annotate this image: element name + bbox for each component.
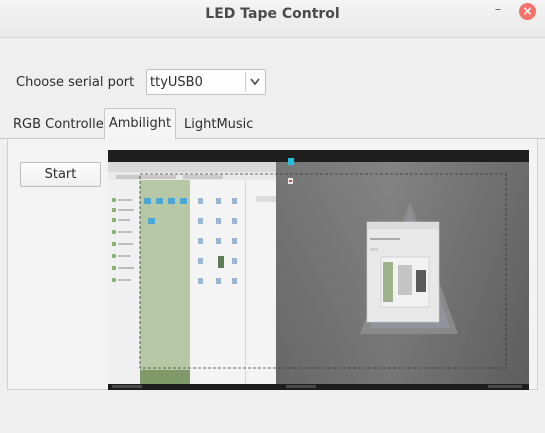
screen-capture-preview <box>108 150 529 390</box>
serial-port-label: Choose serial port <box>16 75 135 90</box>
chevron-down-icon[interactable] <box>248 76 262 88</box>
minimize-button[interactable]: – <box>491 3 505 17</box>
tab-rgb-controller[interactable]: RGB Controller <box>13 110 109 139</box>
close-button[interactable]: × <box>519 3 536 20</box>
start-button[interactable]: Start <box>20 162 101 187</box>
serial-port-select[interactable]: ttyUSB0 <box>146 69 266 95</box>
serial-port-value: ttyUSB0 <box>150 75 203 90</box>
main-window: LED Tape Control – × Choose serial port … <box>0 0 545 433</box>
combo-divider <box>245 72 246 92</box>
window-title: LED Tape Control <box>205 6 340 22</box>
tab-bar: RGB Controller Ambilight LightMusic <box>0 106 545 140</box>
tab-ambilight[interactable]: Ambilight <box>104 108 176 140</box>
tab-lightmusic[interactable]: LightMusic <box>184 110 253 139</box>
title-bar[interactable]: LED Tape Control – × <box>0 0 545 38</box>
preview-image <box>108 150 529 390</box>
